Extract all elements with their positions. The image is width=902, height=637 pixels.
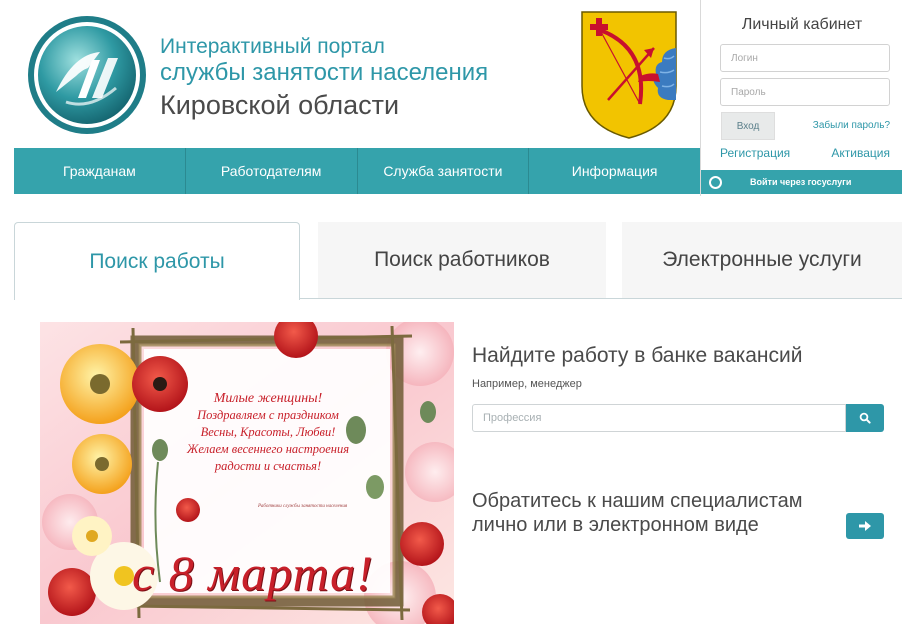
forgot-password-link[interactable]: Забыли пароль? [813,120,890,131]
nav-item-information[interactable]: Информация [529,148,700,194]
search-tabs: Поиск работы Поиск работников Электронны… [14,222,902,300]
job-search-hint: Например, менеджер [472,378,582,390]
register-link[interactable]: Регистрация [720,146,790,160]
login-submit-button[interactable]: Вход [721,112,775,140]
job-search-title: Найдите работу в банке вакансий [472,344,803,367]
nav-item-employers[interactable]: Работодателям [186,148,358,194]
gosuslugi-circle-icon [709,175,722,189]
tab-e-services[interactable]: Электронные услуги [622,222,902,298]
march-8-title: с 8 марта! [132,545,374,601]
contact-line-1: Обратитесь к нашим специалистам [472,490,803,512]
tab-job-search[interactable]: Поиск работы [14,222,300,300]
greeting-text: Милые женщины! Поздравляем с праздником … [168,390,368,475]
search-icon [859,412,871,424]
greeting-line-4: Желаем весеннего настроения [186,442,350,456]
brand-line-portal: Интерактивный портал [160,35,385,58]
greeting-signature: Работники службы занятости населения [258,504,348,509]
contact-line-2: лично или в электронном виде [472,514,759,536]
contact-specialists-title: Обратитесь к нашим специалистам лично ил… [472,489,872,537]
profession-search-input[interactable] [472,404,846,432]
greeting-line-5: радости и счастья! [214,459,322,473]
main-nav: Гражданам Работодателям Служба занятости… [14,148,700,194]
tab-divider [300,298,902,299]
greeting-line-1: Милые женщины! [213,391,323,406]
kirov-coat-of-arms-icon [578,8,680,142]
site-header: Интерактивный портал службы занятости на… [0,0,902,196]
brand-line-region: Кировской области [160,90,400,120]
activate-link[interactable]: Активация [831,146,890,160]
login-input[interactable] [720,44,890,72]
nav-item-employment-service[interactable]: Служба занятости [358,148,530,194]
gosuslugi-login-label: Войти через госуслуги [750,177,852,187]
login-panel: Личный кабинет Вход Забыли пароль? Регис… [700,0,902,196]
login-title: Личный кабинет [741,16,863,33]
password-input[interactable] [720,78,890,106]
march-8-banner[interactable]: Милые женщины! Поздравляем с праздником … [40,322,454,624]
gosuslugi-login-button[interactable]: Войти через госуслуги [701,170,902,194]
nav-item-citizens[interactable]: Гражданам [14,148,186,194]
search-button[interactable] [846,404,884,432]
contact-specialists-button[interactable] [846,513,884,539]
tab-worker-search[interactable]: Поиск работников [318,222,606,298]
greeting-line-3: Весны, Красоты, Любви! [200,425,336,439]
brand-title[interactable]: Интерактивный портал службы занятости на… [160,34,488,123]
arrow-right-icon [859,521,871,531]
portal-logo-icon[interactable] [26,14,148,136]
brand-line-service: службы занятости населения [160,59,489,86]
greeting-line-2: Поздравляем с праздником [197,408,339,422]
